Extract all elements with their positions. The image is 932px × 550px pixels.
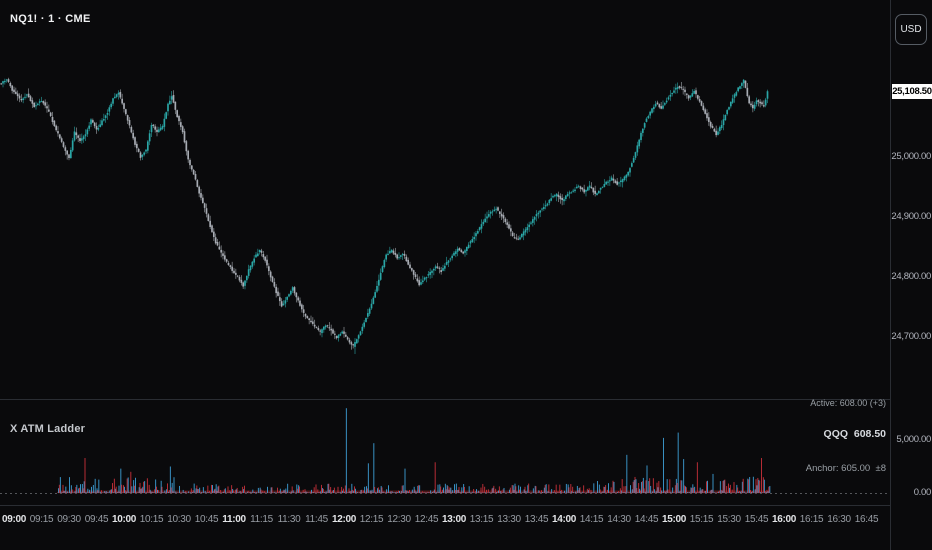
qqq-price-label: QQQ 608.50 [823, 428, 886, 440]
price-tick-label: 25,000.00 [891, 151, 931, 163]
price-tick-label: 24,700.00 [891, 331, 931, 343]
chart-canvas[interactable] [0, 0, 890, 505]
trading-chart-window: NQ1! · 1 · CME X ATM Ladder Active: 608.… [0, 0, 932, 550]
anchor-strike-label: Anchor: 605.00 ±8 [805, 463, 886, 474]
symbol-title[interactable]: NQ1! · 1 · CME [10, 13, 91, 25]
active-strike-label: Active: 608.00 (+3) [810, 398, 886, 408]
pane-divider[interactable] [0, 399, 932, 400]
volume-tick-label: 0.00 [913, 487, 932, 498]
time-tick-label: 16:45 [854, 514, 879, 525]
volume-tick-label: 5,000.00 [896, 434, 931, 445]
price-axis[interactable]: USD 25,108.50 25,000.00 24,900.00 24,800.0… [890, 0, 932, 550]
time-axis[interactable]: 09:00 09:15 09:30 09:45 10:00 10:15 10:30 10:45… [0, 506, 890, 550]
currency-button[interactable]: USD [895, 14, 927, 45]
price-tick-label: 24,800.00 [891, 271, 931, 283]
indicator-title-atm-ladder[interactable]: X ATM Ladder [10, 423, 85, 435]
last-price-label: 25,108.50 [892, 84, 932, 99]
price-tick-label: 24,900.00 [891, 211, 931, 223]
